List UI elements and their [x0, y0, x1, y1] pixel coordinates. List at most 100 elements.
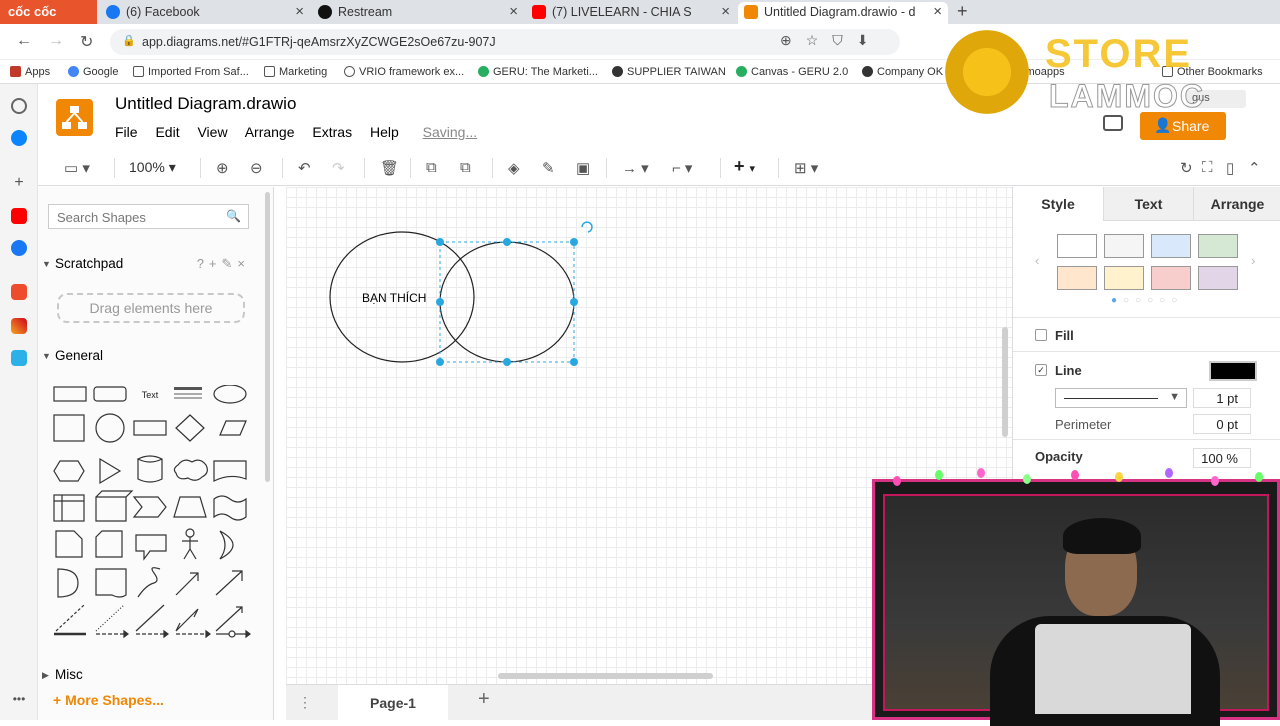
shape-palette[interactable]: Text — [50, 385, 260, 635]
connector-palette[interactable] — [50, 628, 260, 640]
general-header[interactable]: ▼ General — [38, 348, 274, 363]
to-back-icon[interactable]: ⧉ — [460, 159, 471, 176]
menu-file[interactable]: File — [115, 124, 138, 140]
pages-menu-icon[interactable]: ⋮ — [298, 694, 312, 711]
sync-icon[interactable]: ↻ — [1180, 159, 1193, 177]
connection-icon[interactable]: → ▾ — [622, 159, 649, 177]
add-page-icon[interactable]: + — [478, 688, 490, 711]
tab-text[interactable]: Text — [1103, 187, 1193, 221]
rotate-handle-icon[interactable] — [581, 221, 593, 233]
style-swatch-3[interactable] — [1151, 234, 1191, 258]
swatch-prev-icon[interactable]: ‹ — [1035, 253, 1039, 268]
collapse-icon[interactable]: ⌃ — [1248, 159, 1261, 177]
style-swatch-5[interactable] — [1057, 266, 1097, 290]
insert-icon[interactable]: + ▾ — [734, 156, 755, 177]
style-swatch-8[interactable] — [1198, 266, 1238, 290]
bookmark-marketing[interactable]: Marketing — [264, 66, 327, 78]
tab-arrange[interactable]: Arrange — [1193, 187, 1280, 221]
bookmark-company[interactable]: Company OK — [862, 66, 943, 78]
menu-help[interactable]: Help — [370, 124, 399, 140]
line-checkbox[interactable]: ✓ — [1035, 364, 1047, 376]
style-swatch-1[interactable] — [1057, 234, 1097, 258]
style-swatch-4[interactable] — [1198, 234, 1238, 258]
circle-right[interactable] — [439, 241, 575, 363]
misc-header[interactable]: ▶ Misc — [38, 667, 274, 682]
swatch-page-dots[interactable]: ●○○○○○ — [1111, 295, 1183, 306]
menu-arrange[interactable]: Arrange — [245, 124, 295, 140]
line-color-icon[interactable]: ✎ — [542, 159, 555, 177]
tab-page-1[interactable]: Page-1 — [338, 685, 448, 721]
new-tab-button[interactable]: + — [957, 1, 968, 22]
menu-view[interactable]: View — [197, 124, 227, 140]
scratchpad-header[interactable]: ▼ Scratchpad ?+✎× — [38, 256, 274, 271]
search-icon[interactable]: 🔍 — [226, 209, 241, 223]
omnibox-action-icons[interactable]: ⊕☆⛉⬇ — [780, 32, 883, 49]
bookmark-supplier[interactable]: SUPPLIER TAIWAN — [612, 66, 726, 78]
fill-checkbox[interactable] — [1035, 329, 1047, 341]
bookmark-apps[interactable]: Apps — [10, 66, 50, 78]
game-icon[interactable] — [11, 318, 27, 334]
line-color-swatch[interactable] — [1209, 361, 1257, 381]
facebook-icon[interactable] — [11, 240, 27, 256]
history-icon[interactable] — [11, 98, 27, 114]
table-icon[interactable]: ⊞ ▾ — [794, 159, 818, 177]
messenger-icon[interactable] — [11, 130, 27, 146]
zoom-in-icon[interactable]: ⊕ — [216, 159, 229, 177]
sale-icon[interactable] — [11, 350, 27, 366]
canvas-horizontal-scrollbar[interactable] — [498, 673, 713, 679]
more-icon[interactable]: ••• — [11, 692, 27, 708]
close-icon[interactable]: × — [721, 3, 730, 20]
perimeter-input[interactable]: 0 pt — [1193, 414, 1251, 434]
shadow-icon[interactable]: ▣ — [576, 159, 590, 177]
search-shapes-input[interactable]: Search Shapes 🔍 — [48, 204, 249, 229]
tab-youtube[interactable]: (7) LIVELEARN - CHIA S × — [526, 2, 736, 24]
style-swatch-2[interactable] — [1104, 234, 1144, 258]
bookmark-geru[interactable]: GERU: The Marketi... — [478, 66, 598, 78]
menu-edit[interactable]: Edit — [155, 124, 179, 140]
circle-label[interactable]: BẠN THÍCH — [362, 291, 426, 305]
swatch-next-icon[interactable]: › — [1251, 253, 1255, 268]
menu-extras[interactable]: Extras — [312, 124, 352, 140]
document-title[interactable]: Untitled Diagram.drawio — [115, 94, 296, 114]
bookmark-imported[interactable]: Imported From Saf... — [133, 66, 249, 78]
shopee-icon[interactable] — [11, 284, 27, 300]
zoom-dropdown[interactable]: 100% ▾ — [129, 159, 176, 176]
sidebar-scrollbar[interactable] — [265, 192, 270, 482]
tab-style[interactable]: Style — [1013, 187, 1103, 221]
fill-color-icon[interactable]: ◈ — [508, 159, 520, 177]
bookmark-vrio[interactable]: VRIO framework ex... — [344, 66, 464, 78]
scratchpad-tools[interactable]: ?+✎× — [197, 256, 250, 272]
style-swatch-7[interactable] — [1151, 266, 1191, 290]
scratchpad-dropzone[interactable]: Drag elements here — [57, 293, 245, 323]
back-icon[interactable]: ← — [16, 32, 32, 50]
canvas-vertical-scrollbar[interactable] — [1002, 327, 1008, 437]
line-style-select[interactable]: ▼ — [1055, 388, 1187, 408]
waypoints-icon[interactable]: ⌐ ▾ — [672, 159, 692, 177]
selection-handles[interactable] — [436, 238, 578, 366]
saving-status[interactable]: Saving... — [423, 124, 477, 140]
format-panel-toggle-icon[interactable]: ▭ ▾ — [64, 159, 90, 177]
close-icon[interactable]: × — [933, 3, 942, 20]
line-width-input[interactable]: 1 pt — [1193, 388, 1251, 408]
to-front-icon[interactable]: ⧉ — [426, 159, 437, 176]
redo-icon[interactable]: ↷ — [332, 159, 345, 177]
close-icon[interactable]: × — [295, 3, 304, 20]
bookmark-canvas[interactable]: Canvas - GERU 2.0 — [736, 66, 848, 78]
delete-icon[interactable]: 🗑 — [380, 159, 399, 177]
fullscreen-icon[interactable]: ⛶ — [1202, 159, 1213, 176]
tab-facebook[interactable]: (6) Facebook × — [100, 2, 310, 24]
forward-icon[interactable]: → — [48, 32, 64, 50]
panel-icon[interactable]: ▯ — [1226, 159, 1234, 177]
tab-drawio[interactable]: Untitled Diagram.drawio - d × — [738, 2, 948, 24]
more-shapes-button[interactable]: + More Shapes... — [53, 692, 164, 708]
bookmark-google[interactable]: Google — [68, 66, 118, 78]
zoom-out-icon[interactable]: ⊖ — [250, 159, 263, 177]
close-icon[interactable]: × — [509, 3, 518, 20]
tab-restream[interactable]: Restream × — [312, 2, 524, 24]
undo-icon[interactable]: ↶ — [298, 159, 311, 177]
style-swatch-6[interactable] — [1104, 266, 1144, 290]
reload-icon[interactable]: ↻ — [80, 32, 93, 52]
opacity-input[interactable]: 100 % — [1193, 448, 1251, 468]
add-icon[interactable]: + — [11, 175, 27, 192]
youtube-icon[interactable] — [11, 208, 27, 224]
